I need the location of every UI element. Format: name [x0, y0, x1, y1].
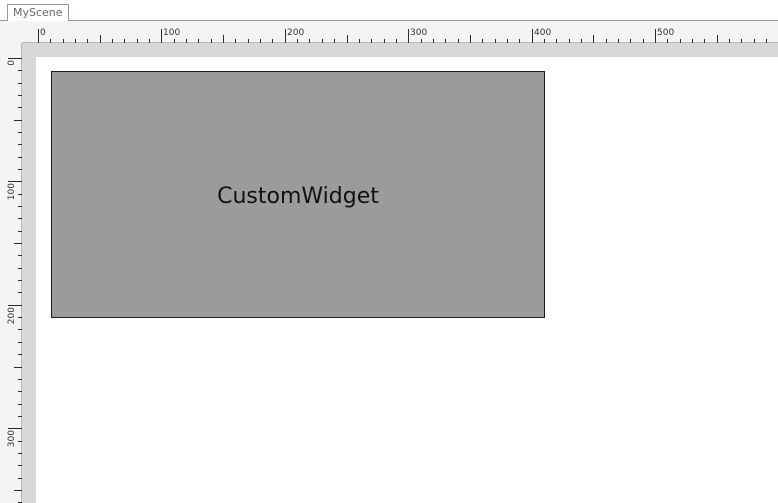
canvas-frame-top — [22, 43, 778, 57]
ruler-label: 400 — [534, 28, 551, 38]
tab-label: MyScene — [13, 6, 63, 19]
scene-canvas[interactable]: CustomWidget — [36, 57, 778, 503]
scene-editor: MyScene 0 100 200 300 400 500 0 100 200 300 Cust… — [0, 0, 778, 503]
ruler-label: 300 — [7, 430, 17, 447]
document-tab-bar: MyScene — [0, 0, 778, 22]
custom-widget[interactable]: CustomWidget — [51, 71, 545, 318]
ruler-label: 0 — [40, 28, 46, 38]
vertical-ruler: 0 100 200 300 — [0, 43, 22, 503]
horizontal-ruler-ticks: 0 100 200 300 400 500 — [38, 28, 767, 43]
ruler-label: 100 — [163, 28, 180, 38]
ruler-label: 500 — [657, 28, 674, 38]
canvas-frame-left — [22, 43, 36, 503]
ruler-label: 300 — [410, 28, 427, 38]
tab-myscene[interactable]: MyScene — [7, 4, 69, 22]
ruler-label: 0 — [7, 60, 17, 66]
ruler-corner — [0, 21, 22, 43]
custom-widget-label: CustomWidget — [217, 183, 379, 209]
horizontal-ruler: 0 100 200 300 400 500 — [0, 21, 778, 43]
ruler-label: 200 — [287, 28, 304, 38]
vertical-ruler-ticks: 0 100 200 300 — [7, 58, 22, 503]
ruler-label: 100 — [7, 183, 17, 200]
ruler-label: 200 — [7, 307, 17, 324]
